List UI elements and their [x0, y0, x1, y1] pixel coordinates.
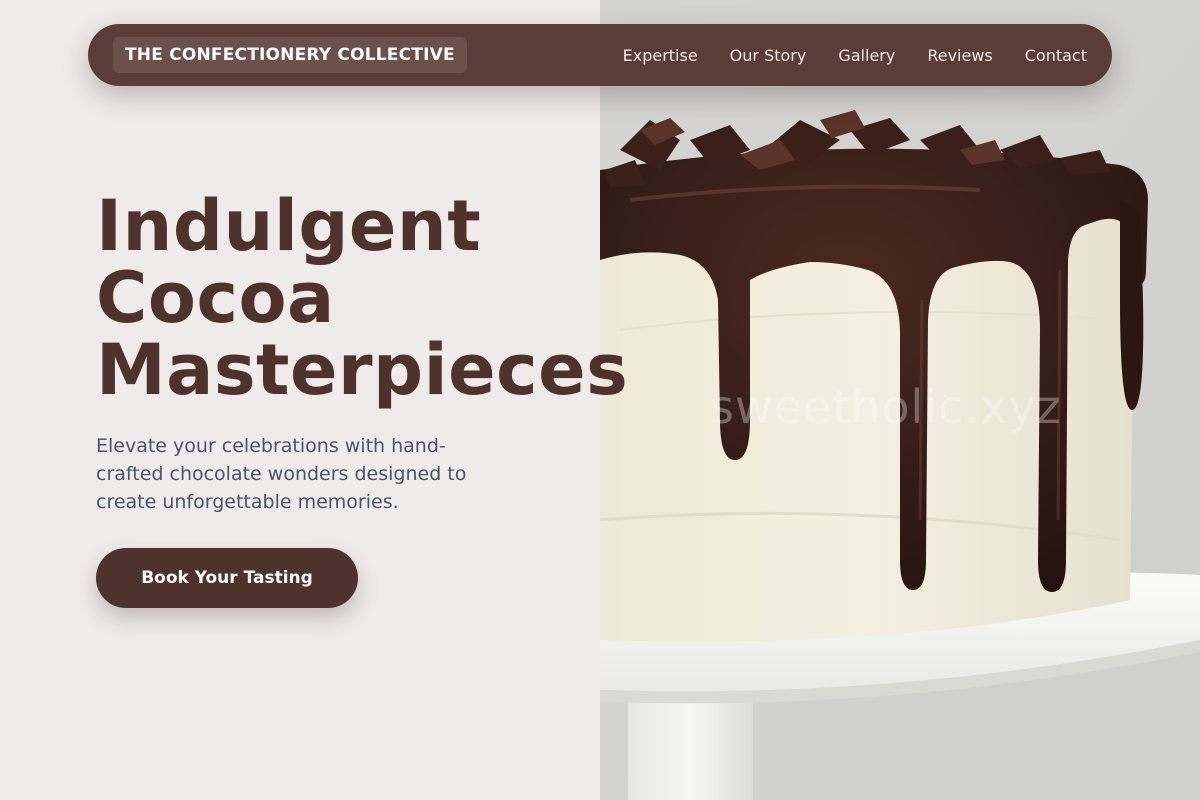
- nav-link-expertise[interactable]: Expertise: [623, 46, 698, 65]
- nav-link-reviews[interactable]: Reviews: [927, 46, 992, 65]
- hero-headline-line: Cocoa: [96, 257, 335, 339]
- nav-links: Expertise Our Story Gallery Reviews Cont…: [623, 46, 1087, 65]
- landing-page: sweetholic.xyz THE CONFECTIONERY COLLECT…: [0, 0, 1200, 800]
- hero-subtitle: Elevate your celebrations with hand-craf…: [96, 435, 467, 513]
- hero-headline-line: Indulgent: [96, 185, 482, 267]
- brand-logo[interactable]: THE CONFECTIONERY COLLECTIVE: [113, 37, 467, 73]
- hero-headline: Indulgent Cocoa Masterpieces: [96, 190, 656, 406]
- nav-link-contact[interactable]: Contact: [1025, 46, 1087, 65]
- navbar: THE CONFECTIONERY COLLECTIVE Expertise O…: [88, 24, 1112, 86]
- image-watermark: sweetholic.xyz: [710, 380, 1062, 434]
- nav-link-gallery[interactable]: Gallery: [838, 46, 895, 65]
- hero-headline-line: Masterpieces: [96, 329, 629, 411]
- book-tasting-button[interactable]: Book Your Tasting: [96, 548, 358, 608]
- nav-link-our-story[interactable]: Our Story: [730, 46, 807, 65]
